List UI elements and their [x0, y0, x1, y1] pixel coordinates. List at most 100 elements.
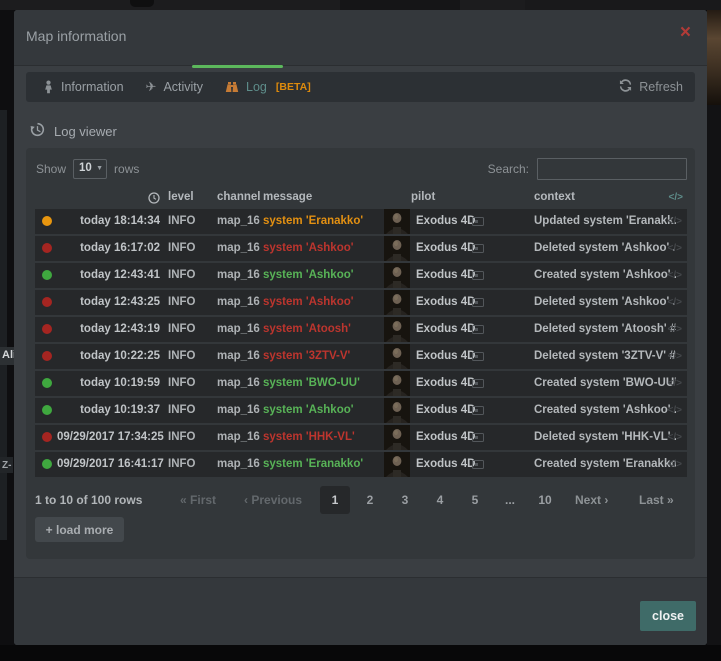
- row-time: today 12:43:41: [57, 263, 160, 288]
- pagination-page-3[interactable]: 3: [390, 486, 420, 514]
- close-button[interactable]: close: [640, 601, 696, 631]
- code-icon[interactable]: </>: [668, 290, 682, 315]
- row-message: system '3ZTV-V': [263, 344, 350, 369]
- column-header-pilot[interactable]: pilot: [411, 191, 435, 203]
- id-card-icon: [472, 433, 484, 442]
- column-header-channel[interactable]: channel: [217, 191, 260, 203]
- row-pilot: Exodus 4D: [416, 344, 475, 369]
- code-icon[interactable]: </>: [668, 398, 682, 423]
- pagination: 1 to 10 of 100 rows « First ‹ Previous N…: [35, 486, 687, 514]
- code-icon[interactable]: </>: [668, 452, 682, 477]
- pilot-avatar: [384, 371, 410, 396]
- search-label: Search:: [488, 162, 529, 176]
- status-dot: [42, 324, 52, 334]
- row-channel: map_16: [217, 425, 260, 450]
- tab-information[interactable]: Information: [32, 72, 135, 102]
- pagination-page-...[interactable]: ...: [495, 486, 525, 514]
- tab-log[interactable]: Log [BETA]: [214, 72, 322, 102]
- pagination-last-button[interactable]: Last »: [639, 493, 674, 507]
- row-channel: map_16: [217, 209, 260, 234]
- dialog-close-icon[interactable]: ×: [680, 23, 691, 42]
- pagination-page-4[interactable]: 4: [425, 486, 455, 514]
- status-dot: [42, 297, 52, 307]
- background-artifact: [340, 0, 460, 10]
- table-row[interactable]: today 10:22:25 INFO map_16 system '3ZTV-…: [35, 344, 687, 369]
- table-row[interactable]: 09/29/2017 16:41:17 INFO map_16 system '…: [35, 452, 687, 477]
- table-row[interactable]: today 10:19:59 INFO map_16 system 'BWO-U…: [35, 371, 687, 396]
- tab-activity-label: Activity: [163, 80, 203, 94]
- code-icon[interactable]: </>: [668, 371, 682, 396]
- column-header-context[interactable]: context: [534, 191, 575, 203]
- pagination-page-5[interactable]: 5: [460, 486, 490, 514]
- left-arrow-icon: ‹: [244, 493, 248, 507]
- table-row[interactable]: 09/29/2017 17:34:25 INFO map_16 system '…: [35, 425, 687, 450]
- code-icon[interactable]: </>: [668, 425, 682, 450]
- load-more-button[interactable]: + load more: [35, 517, 124, 542]
- pagination-previous-button[interactable]: ‹ Previous: [244, 493, 302, 507]
- code-icon[interactable]: </>: [668, 344, 682, 369]
- pagination-page-1[interactable]: 1: [320, 486, 350, 514]
- refresh-button[interactable]: Refresh: [619, 79, 683, 95]
- map-information-dialog: Map information × Information ✈ Activity…: [14, 10, 707, 645]
- id-card-icon: [472, 217, 484, 226]
- pilot-avatar: [384, 425, 410, 450]
- beta-badge: [BETA]: [276, 81, 311, 93]
- table-row[interactable]: today 10:19:37 INFO map_16 system 'Ashko…: [35, 398, 687, 423]
- pagination-previous-label: Previous: [251, 493, 302, 507]
- pagination-next-label: Next: [575, 493, 601, 507]
- status-dot: [42, 405, 52, 415]
- row-level: INFO: [168, 263, 195, 288]
- pagination-page-2[interactable]: 2: [355, 486, 385, 514]
- status-dot: [42, 432, 52, 442]
- table-row[interactable]: today 12:43:25 INFO map_16 system 'Ashko…: [35, 290, 687, 315]
- table-row[interactable]: today 12:43:41 INFO map_16 system 'Ashko…: [35, 263, 687, 288]
- pagination-next-button[interactable]: Next ›: [575, 493, 608, 507]
- code-icon[interactable]: </>: [668, 209, 682, 234]
- code-icon[interactable]: </>: [668, 263, 682, 288]
- row-pilot: Exodus 4D: [416, 317, 475, 342]
- history-icon: [30, 122, 45, 140]
- row-channel: map_16: [217, 371, 260, 396]
- log-rows: today 18:14:34 INFO map_16 system 'Erana…: [35, 209, 687, 479]
- column-header-message[interactable]: message: [263, 191, 312, 203]
- id-card-icon: [472, 460, 484, 469]
- tab-information-label: Information: [61, 80, 124, 94]
- status-dot: [42, 378, 52, 388]
- table-row[interactable]: today 12:43:19 INFO map_16 system 'Atoos…: [35, 317, 687, 342]
- page-size-control: Show 10 ▼ rows: [36, 159, 139, 179]
- page-size-select[interactable]: 10 ▼: [73, 159, 107, 179]
- row-context: Created system 'BWO-UU'...: [534, 371, 676, 396]
- table-row[interactable]: today 16:17:02 INFO map_16 system 'Ashko…: [35, 236, 687, 261]
- status-dot: [42, 216, 52, 226]
- code-icon[interactable]: </>: [669, 192, 683, 203]
- row-pilot: Exodus 4D: [416, 290, 475, 315]
- screen: Ali Z- Map information × Information ✈ A…: [0, 0, 721, 661]
- code-icon[interactable]: </>: [668, 236, 682, 261]
- row-pilot: Exodus 4D: [416, 371, 475, 396]
- pagination-page-10[interactable]: 10: [530, 486, 560, 514]
- row-context: Updated system 'Eranakk...: [534, 209, 676, 234]
- pagination-last-label: Last: [639, 493, 664, 507]
- log-viewer-title: Log viewer: [54, 124, 117, 139]
- search-input[interactable]: [537, 158, 687, 180]
- dialog-footer: close: [14, 577, 707, 645]
- table-row[interactable]: today 18:14:34 INFO map_16 system 'Erana…: [35, 209, 687, 234]
- code-icon[interactable]: </>: [668, 317, 682, 342]
- clock-icon[interactable]: [148, 192, 160, 207]
- row-time: today 12:43:25: [57, 290, 160, 315]
- id-card-icon: [472, 352, 484, 361]
- tab-activity[interactable]: ✈ Activity: [135, 72, 215, 102]
- background-artifact: [525, 0, 721, 10]
- search-control: Search:: [488, 158, 687, 180]
- row-time: today 12:43:19: [57, 317, 160, 342]
- pagination-first-button[interactable]: « First: [180, 493, 216, 507]
- background-topbar: [0, 0, 721, 10]
- id-card-icon: [472, 244, 484, 253]
- background-system-label: Ali: [0, 347, 15, 365]
- column-header-level[interactable]: level: [168, 191, 194, 203]
- row-channel: map_16: [217, 398, 260, 423]
- row-context: Deleted system '3ZTV-V' #...: [534, 344, 676, 369]
- id-card-icon: [472, 325, 484, 334]
- tab-bar: Information ✈ Activity Log [BETA] Refres…: [26, 72, 695, 102]
- id-card-icon: [472, 298, 484, 307]
